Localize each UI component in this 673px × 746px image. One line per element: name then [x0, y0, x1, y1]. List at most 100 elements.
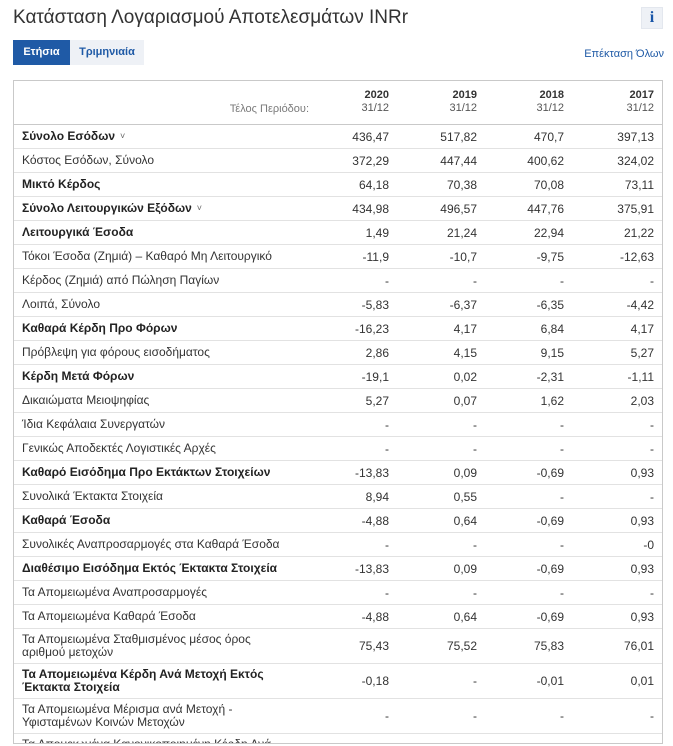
row-value: 21,22 [623, 225, 654, 240]
row-value: -6,37 [449, 297, 477, 312]
row-value: - [473, 585, 477, 600]
row-value: 0,93 [630, 465, 654, 480]
row-value: - [385, 537, 389, 552]
row-label: Λοιπά, Σύνολο [22, 293, 287, 316]
info-icon[interactable]: i [641, 7, 663, 29]
column-year: 2020 [364, 89, 389, 101]
row-value: 70,38 [446, 177, 477, 192]
row-label-text: Λοιπά, Σύνολο [22, 297, 100, 311]
row-value: 517,82 [440, 129, 477, 144]
column-header-2017: 2017 31/12 [574, 88, 654, 115]
row-value: - [560, 489, 564, 504]
row-label: Καθαρά Έσοδα [22, 509, 287, 532]
row-value: 0,64 [453, 609, 477, 624]
row-value: -0,01 [536, 674, 564, 688]
row-value: - [560, 537, 564, 552]
row-value: -0,69 [536, 609, 564, 624]
row-value: -0,69 [536, 465, 564, 480]
row-value: -1,11 [627, 369, 654, 384]
page-title: Κατάσταση Λογαριασμού Αποτελεσμάτων INRr [13, 7, 409, 28]
row-label-text: Καθαρό Εισόδημα Προ Εκτάκτων Στοιχείων [22, 465, 271, 479]
row-label-text: Διαθέσιμο Εισόδημα Εκτός Έκτακτα Στοιχεί… [22, 561, 278, 575]
row-value: - [560, 709, 564, 723]
row-value: 0,93 [630, 609, 654, 624]
row-label-text: Καθαρά Έσοδα [22, 513, 111, 527]
row-value: 400,62 [527, 153, 564, 168]
row-value: - [650, 273, 654, 288]
table-row: Τα Απομειωμένα Αναπροσαρμογές - - - - [14, 581, 662, 605]
table-row: Κέρδη Μετά Φόρων -19,1 0,02 -2,31 -1,11 [14, 365, 662, 389]
row-value: 397,13 [617, 129, 654, 144]
row-value: -0,18 [361, 674, 389, 688]
table-row: Λοιπά, Σύνολο -5,83 -6,37 -6,35 -4,42 [14, 293, 662, 317]
period-end-label: Τέλος Περιόδου: [229, 103, 309, 115]
row-label-text: Πρόβλεψη για φόρους εισοδήματος [22, 345, 210, 359]
row-value: -4,88 [361, 513, 389, 528]
row-label: Διαθέσιμο Εισόδημα Εκτός Έκτακτα Στοιχεί… [22, 557, 287, 580]
table-row: Τα Απομειωμένα Μέρισμα ανά Μετοχή - Υφισ… [14, 699, 662, 734]
row-label: Συνολικά Έκτακτα Στοιχεία [22, 485, 287, 508]
row-value: -5,83 [361, 297, 389, 312]
row-label: Τα Απομειωμένα Αναπροσαρμογές [22, 581, 287, 604]
row-value: 73,11 [624, 177, 654, 192]
table-row: Κόστος Εσόδων, Σύνολο 372,29 447,44 400,62 3… [14, 149, 662, 173]
column-year: 2019 [452, 89, 477, 101]
row-value: - [473, 441, 477, 456]
expand-all-link[interactable]: Επέκταση Όλων [584, 48, 664, 60]
table-row: Μικτό Κέρδος 64,18 70,38 70,08 73,11 [14, 173, 662, 197]
column-date: 31/12 [449, 102, 477, 114]
row-value: 0,02 [484, 734, 564, 743]
row-label: Μικτό Κέρδος [22, 173, 287, 196]
row-label: Καθαρά Κέρδη Προ Φόρων [22, 317, 287, 340]
row-label: Δικαιώματα Μειοψηφίας [22, 389, 287, 412]
row-label-text: Μικτό Κέρδος [22, 177, 101, 191]
row-value: 0,09 [453, 465, 477, 480]
row-value: 21,24 [446, 225, 477, 240]
row-label-text: Κέρδη Μετά Φόρων [22, 369, 135, 383]
row-value: 0,02 [453, 369, 477, 384]
table-row: Τα Απομειωμένα Κέρδη Ανά Μετοχή Εκτός Έκ… [14, 664, 662, 699]
row-value: 447,76 [527, 201, 564, 216]
table-row: Τα Απομειωμένα Καθαρά Έσοδα -4,88 0,64 -0,6… [14, 605, 662, 629]
row-label-text: Συνολικές Αναπροσαρμογές στα Καθαρά Έσοδ… [22, 537, 280, 551]
row-value: -11,9 [362, 249, 389, 264]
table-row: Καθαρά Έσοδα -4,88 0,64 -0,69 0,93 [14, 509, 662, 533]
row-value: 1,49 [365, 225, 389, 240]
row-value: 4,17 [453, 321, 477, 336]
column-header-2018: 2018 31/12 [484, 88, 564, 115]
row-value: 5,27 [365, 393, 389, 408]
income-statement-table: Τέλος Περιόδου: 2020 31/12 2019 31/12 20… [13, 80, 663, 744]
row-value: - [560, 441, 564, 456]
row-label-text: Τα Απομειωμένα Κέρδη Ανά Μετοχή Εκτός Έκ… [22, 667, 264, 694]
column-year: 2018 [539, 89, 564, 101]
chevron-down-icon[interactable]: ˅ [120, 130, 125, 143]
table-row[interactable]: Σύνολο Λειτουργικών Εξόδων ˅ 434,98 496,57 4… [14, 197, 662, 221]
table-row: Τα Απομειωμένα Σταθμισμένος μέσος όρος α… [14, 629, 662, 664]
column-date: 31/12 [361, 102, 389, 114]
table-row: Τόκοι Έσοδα (Ζημιά) – Καθαρό Μη Λειτουργ… [14, 245, 662, 269]
table-row[interactable]: Σύνολο Εσόδων ˅ 436,47 517,82 470,7 397,13 [14, 125, 662, 149]
row-label-text: Λειτουργικά Έσοδα [22, 225, 134, 239]
row-label-text: Καθαρά Κέρδη Προ Φόρων [22, 321, 178, 335]
row-value: 9,15 [540, 345, 564, 360]
tab-quarterly[interactable]: Τριμηνιαία [70, 40, 144, 65]
row-value: -6,35 [536, 297, 564, 312]
row-label-text: Τόκοι Έσοδα (Ζημιά) – Καθαρό Μη Λειτουργ… [22, 249, 272, 263]
row-value: -12,63 [619, 249, 654, 264]
row-value: -4,88 [361, 609, 389, 624]
table-row: Δικαιώματα Μειοψηφίας 5,27 0,07 1,62 2,03 [14, 389, 662, 413]
chevron-down-icon[interactable]: ˅ [197, 202, 202, 215]
column-header-2019: 2019 31/12 [397, 88, 477, 115]
row-value: -9,75 [536, 249, 564, 264]
row-value: 496,57 [440, 201, 477, 216]
tab-annual[interactable]: Ετήσια [13, 40, 70, 65]
table-row: Διαθέσιμο Εισόδημα Εκτός Έκτακτα Στοιχεί… [14, 557, 662, 581]
table-row: Γενικώς Αποδεκτές Λογιστικές Αρχές - - - - [14, 437, 662, 461]
column-date: 31/12 [626, 102, 654, 114]
row-label-text: Δικαιώματα Μειοψηφίας [22, 393, 150, 407]
row-value: - [473, 674, 477, 688]
row-value: 6,84 [540, 321, 564, 336]
row-label: Συνολικές Αναπροσαρμογές στα Καθαρά Έσοδ… [22, 533, 287, 556]
row-value: - [650, 441, 654, 456]
row-value: 2,03 [630, 393, 654, 408]
